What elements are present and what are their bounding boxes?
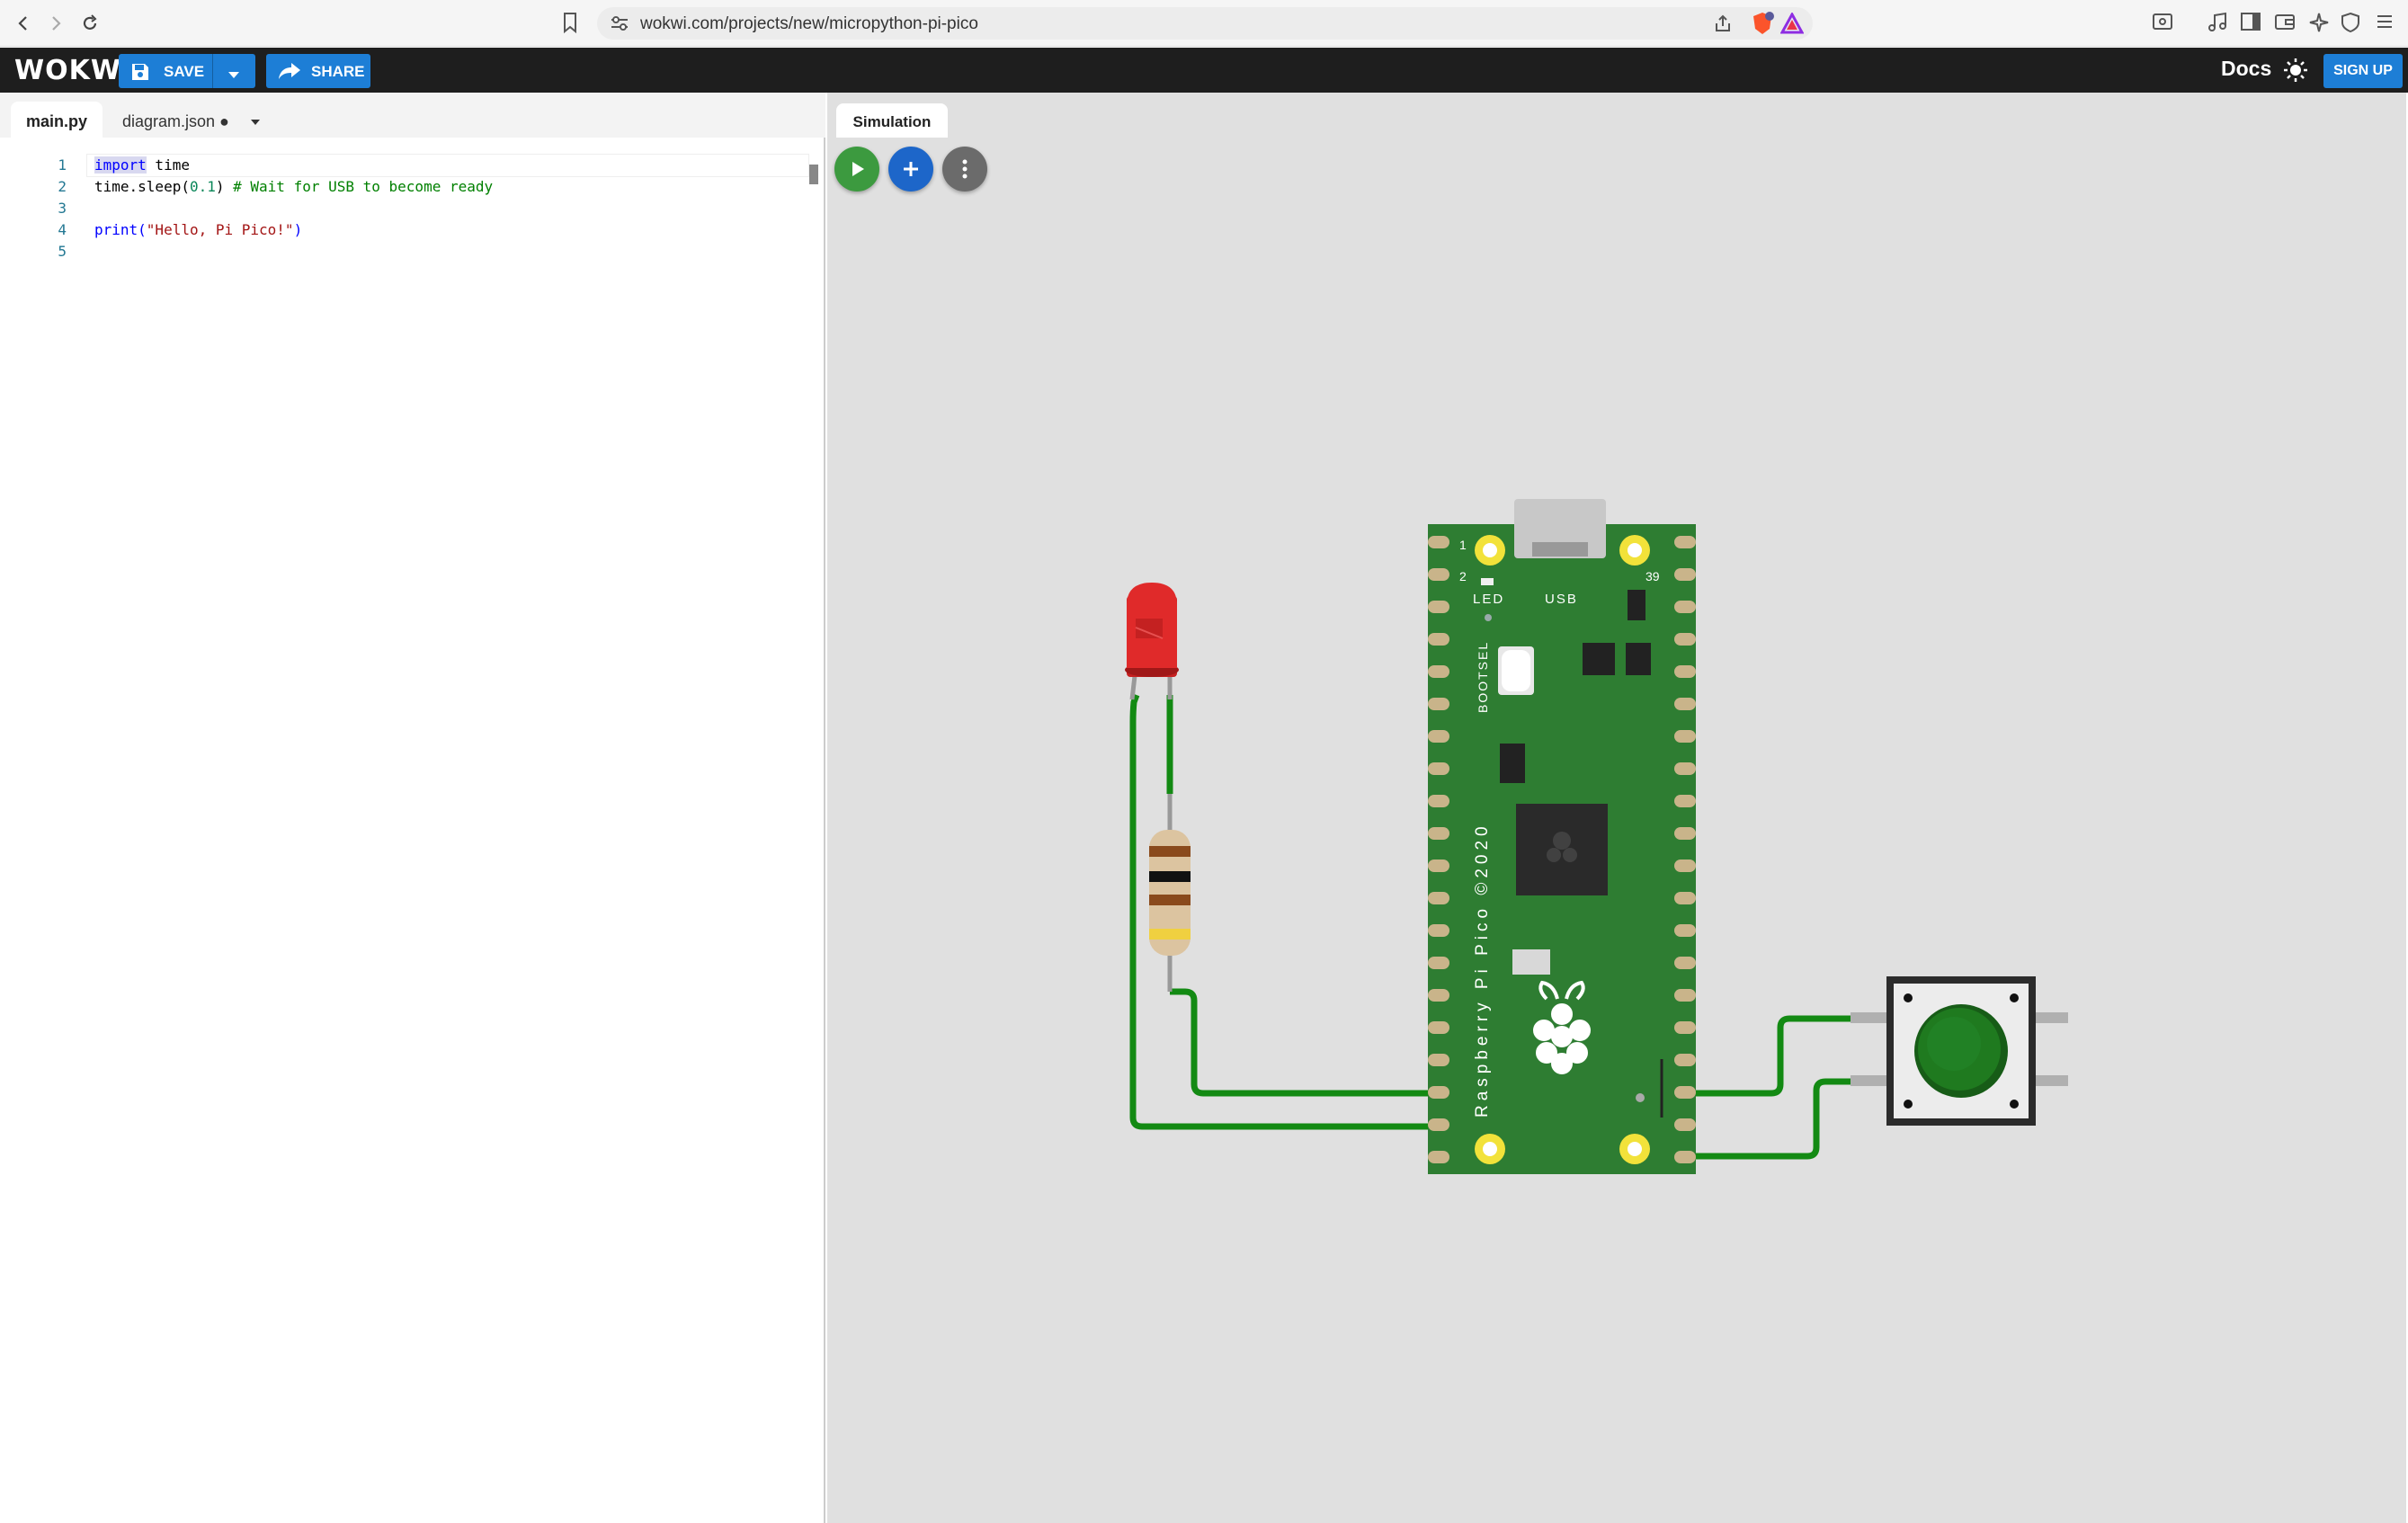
bootsel-label: BOOTSEL — [1476, 641, 1490, 713]
brave-shields-icon[interactable] — [1750, 11, 1775, 40]
tab-main-py[interactable]: main.py — [11, 102, 103, 138]
code-line: 2 time.sleep(0.1) # Wait for USB to beco… — [0, 176, 809, 198]
menu-icon[interactable] — [2374, 11, 2399, 36]
vpn-icon[interactable] — [2340, 11, 2365, 36]
sidebar-icon[interactable] — [2239, 11, 2264, 36]
pin-1-label: 1 — [1459, 538, 1467, 552]
app-root: wokwi.com/projects/new/micropython-pi-pi… — [0, 0, 2408, 1523]
pin-39-label: 39 — [1645, 569, 1660, 583]
code-token: time.sleep( — [94, 178, 190, 195]
code-line: 5 — [0, 241, 809, 263]
editor-scrollbar[interactable] — [809, 165, 818, 184]
onboard-led — [1481, 578, 1494, 585]
usb-label: USB — [1545, 592, 1578, 607]
share-arrow-icon — [277, 61, 302, 85]
resistor[interactable] — [1149, 794, 1191, 992]
wokwi-logo[interactable]: WOKWi — [14, 55, 131, 86]
function-call: print( — [94, 221, 147, 238]
code-token: time — [146, 156, 190, 174]
docs-link[interactable]: Docs — [2221, 57, 2271, 81]
save-split-divider — [212, 54, 213, 88]
code-comment: # Wait for USB to become ready — [233, 178, 494, 195]
code-token: ) — [215, 178, 234, 195]
reload-icon[interactable] — [76, 9, 104, 38]
circuit-diagram: 1 2 39 LED USB BOOTSEL Raspberry Pi Pico… — [1125, 499, 2068, 1174]
tab-diagram-json[interactable]: diagram.json ● — [122, 102, 229, 138]
line-number: 4 — [58, 221, 67, 238]
line-number: 5 — [58, 243, 67, 260]
bookmark-icon[interactable] — [559, 11, 584, 36]
wallet-icon[interactable] — [2273, 11, 2298, 36]
raspberry-pi-pico-board[interactable]: 1 2 39 LED USB BOOTSEL Raspberry Pi Pico… — [1428, 499, 1696, 1174]
led-label: LED — [1473, 592, 1504, 607]
tabs-dropdown-icon[interactable] — [250, 114, 261, 130]
line-number: 1 — [58, 156, 67, 174]
address-bar[interactable]: wokwi.com/projects/new/micropython-pi-pi… — [597, 7, 1813, 40]
share-button-label: SHARE — [311, 63, 365, 80]
reader-mode-icon[interactable] — [2151, 11, 2176, 36]
red-led[interactable] — [1125, 583, 1179, 700]
string-literal: "Hello, Pi Pico!" — [146, 221, 294, 238]
code-line: 1 import time — [0, 155, 809, 176]
save-button-label: SAVE — [164, 63, 205, 80]
chevron-down-icon[interactable] — [227, 67, 241, 85]
line-number: 2 — [58, 178, 67, 195]
save-button[interactable]: SAVE — [119, 54, 255, 88]
code-token: ) — [293, 221, 303, 238]
floppy-disk-icon — [129, 61, 151, 87]
pin-2-label: 2 — [1459, 569, 1467, 583]
share-button[interactable]: SHARE — [266, 54, 370, 88]
simulation-pane: Simulation 1 2 39 LED USB BOOTSEL Raspbe… — [827, 93, 2406, 1523]
theme-toggle-icon[interactable] — [2282, 57, 2309, 88]
browser-toolbar: wokwi.com/projects/new/micropython-pi-pi… — [0, 0, 2408, 47]
app-header: WOKWi SAVE SHARE Docs SIGN UP — [0, 48, 2408, 93]
share-page-icon[interactable] — [1712, 13, 1734, 39]
code-text: import time — [94, 155, 190, 176]
back-icon[interactable] — [9, 9, 38, 38]
push-button[interactable] — [1851, 976, 2068, 1126]
line-number: 3 — [58, 200, 67, 217]
sign-up-button[interactable]: SIGN UP — [2323, 54, 2403, 88]
keyword-import: import — [94, 156, 147, 174]
site-settings-icon[interactable] — [610, 14, 629, 37]
board-brand-label: Raspberry Pi Pico ©2020 — [1473, 822, 1492, 1118]
code-editor-pane: main.py diagram.json ● 1 import time 2 t… — [0, 93, 825, 1523]
number-literal: 0.1 — [189, 178, 216, 195]
url-text: wokwi.com/projects/new/micropython-pi-pi… — [640, 14, 978, 33]
code-text: print("Hello, Pi Pico!") — [94, 219, 302, 241]
leo-ai-icon[interactable] — [2307, 11, 2332, 36]
editor-tab-bar: main.py diagram.json ● — [0, 93, 825, 138]
forward-icon[interactable] — [41, 9, 70, 38]
wire-resistor-to-gp — [1170, 988, 1446, 1097]
code-line: 3 — [0, 198, 809, 219]
code-line: 4 print("Hello, Pi Pico!") — [0, 219, 809, 241]
media-icon[interactable] — [2207, 11, 2232, 36]
code-text: time.sleep(0.1) # Wait for USB to become… — [94, 176, 493, 198]
brave-rewards-icon[interactable] — [1779, 11, 1805, 39]
code-editor[interactable]: 1 import time 2 time.sleep(0.1) # Wait f… — [0, 138, 809, 1523]
